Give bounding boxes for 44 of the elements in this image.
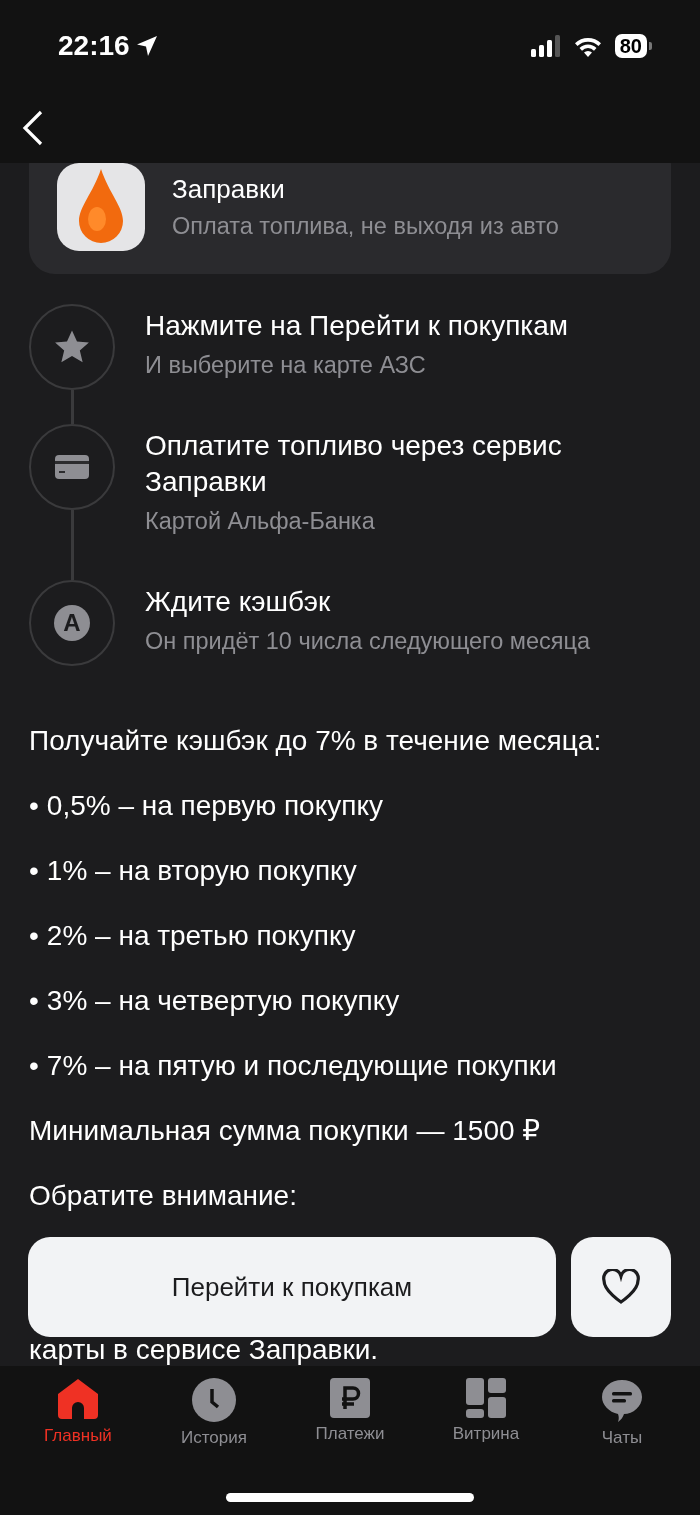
service-subtitle: Оплата топлива, не выходя из авто: [172, 211, 559, 241]
battery-level: 80: [614, 34, 647, 58]
bullet-mark: •: [29, 984, 39, 1018]
ruble-icon: [330, 1378, 370, 1418]
tab-bar-item[interactable]: История: [149, 1378, 279, 1448]
tab-bar-item[interactable]: Витрина: [421, 1378, 551, 1448]
bullet-text: 2% – на третью покупку: [46, 919, 356, 953]
go-shopping-button[interactable]: Перейти к покупкам: [28, 1237, 556, 1337]
step-subtitle: И выберите на карте АЗС: [145, 351, 427, 380]
bullet-text: 1% – на вторую покупку: [46, 854, 357, 888]
credit-card-icon: [55, 455, 89, 479]
step-subtitle: Картой Альфа-Банка: [145, 507, 376, 536]
service-title: Заправки: [172, 172, 286, 205]
star-icon: [53, 329, 91, 365]
tab-bar-item[interactable]: Главный: [13, 1378, 143, 1448]
bullet-text: 7% – на пятую и последующие покупки: [46, 1049, 557, 1083]
signal-icon: [530, 35, 561, 57]
bullet-mark: •: [29, 1049, 39, 1083]
favorite-button[interactable]: [571, 1237, 671, 1337]
bullet-text: 0,5% – на первую покупку: [46, 789, 383, 823]
bullet-text: 3% – на четвертую покупку: [46, 984, 400, 1018]
service-card[interactable]: Заправки Оплата топлива, не выходя из авто: [29, 163, 671, 274]
heart-icon: [601, 1269, 641, 1305]
grid-icon: [466, 1378, 506, 1418]
location-arrow-icon: [135, 35, 158, 57]
bullet-mark: •: [29, 854, 39, 888]
paragraph-text: Минимальная сумма покупки — 1500 ₽: [29, 1114, 542, 1148]
step-title: Оплатите топливо через сервис Заправки: [145, 429, 563, 499]
step-title: Ждите кэшбэк: [145, 585, 332, 619]
step-subtitle: Он придёт 10 числа следующего месяца: [145, 627, 591, 656]
home-icon: [57, 1378, 99, 1420]
chat-icon: [600, 1378, 644, 1422]
paragraph-text: Обратите внимание:: [29, 1179, 298, 1213]
step-title: Нажмите на Перейти к покупкам: [145, 309, 569, 343]
paragraph-text: Получайте кэшбэк до 7% в течение месяца:: [29, 724, 603, 758]
bullet-mark: •: [29, 919, 39, 953]
tab-bar-item[interactable]: Чаты: [557, 1378, 687, 1448]
fuel-drop-icon: [57, 163, 145, 251]
bank-logo: A: [54, 605, 90, 641]
tab-bar-item[interactable]: Платежи: [285, 1378, 415, 1448]
wifi-icon: [572, 35, 603, 57]
status-time: 22:16: [58, 30, 130, 62]
bullet-mark: •: [29, 789, 39, 823]
clock-icon: [192, 1378, 236, 1422]
